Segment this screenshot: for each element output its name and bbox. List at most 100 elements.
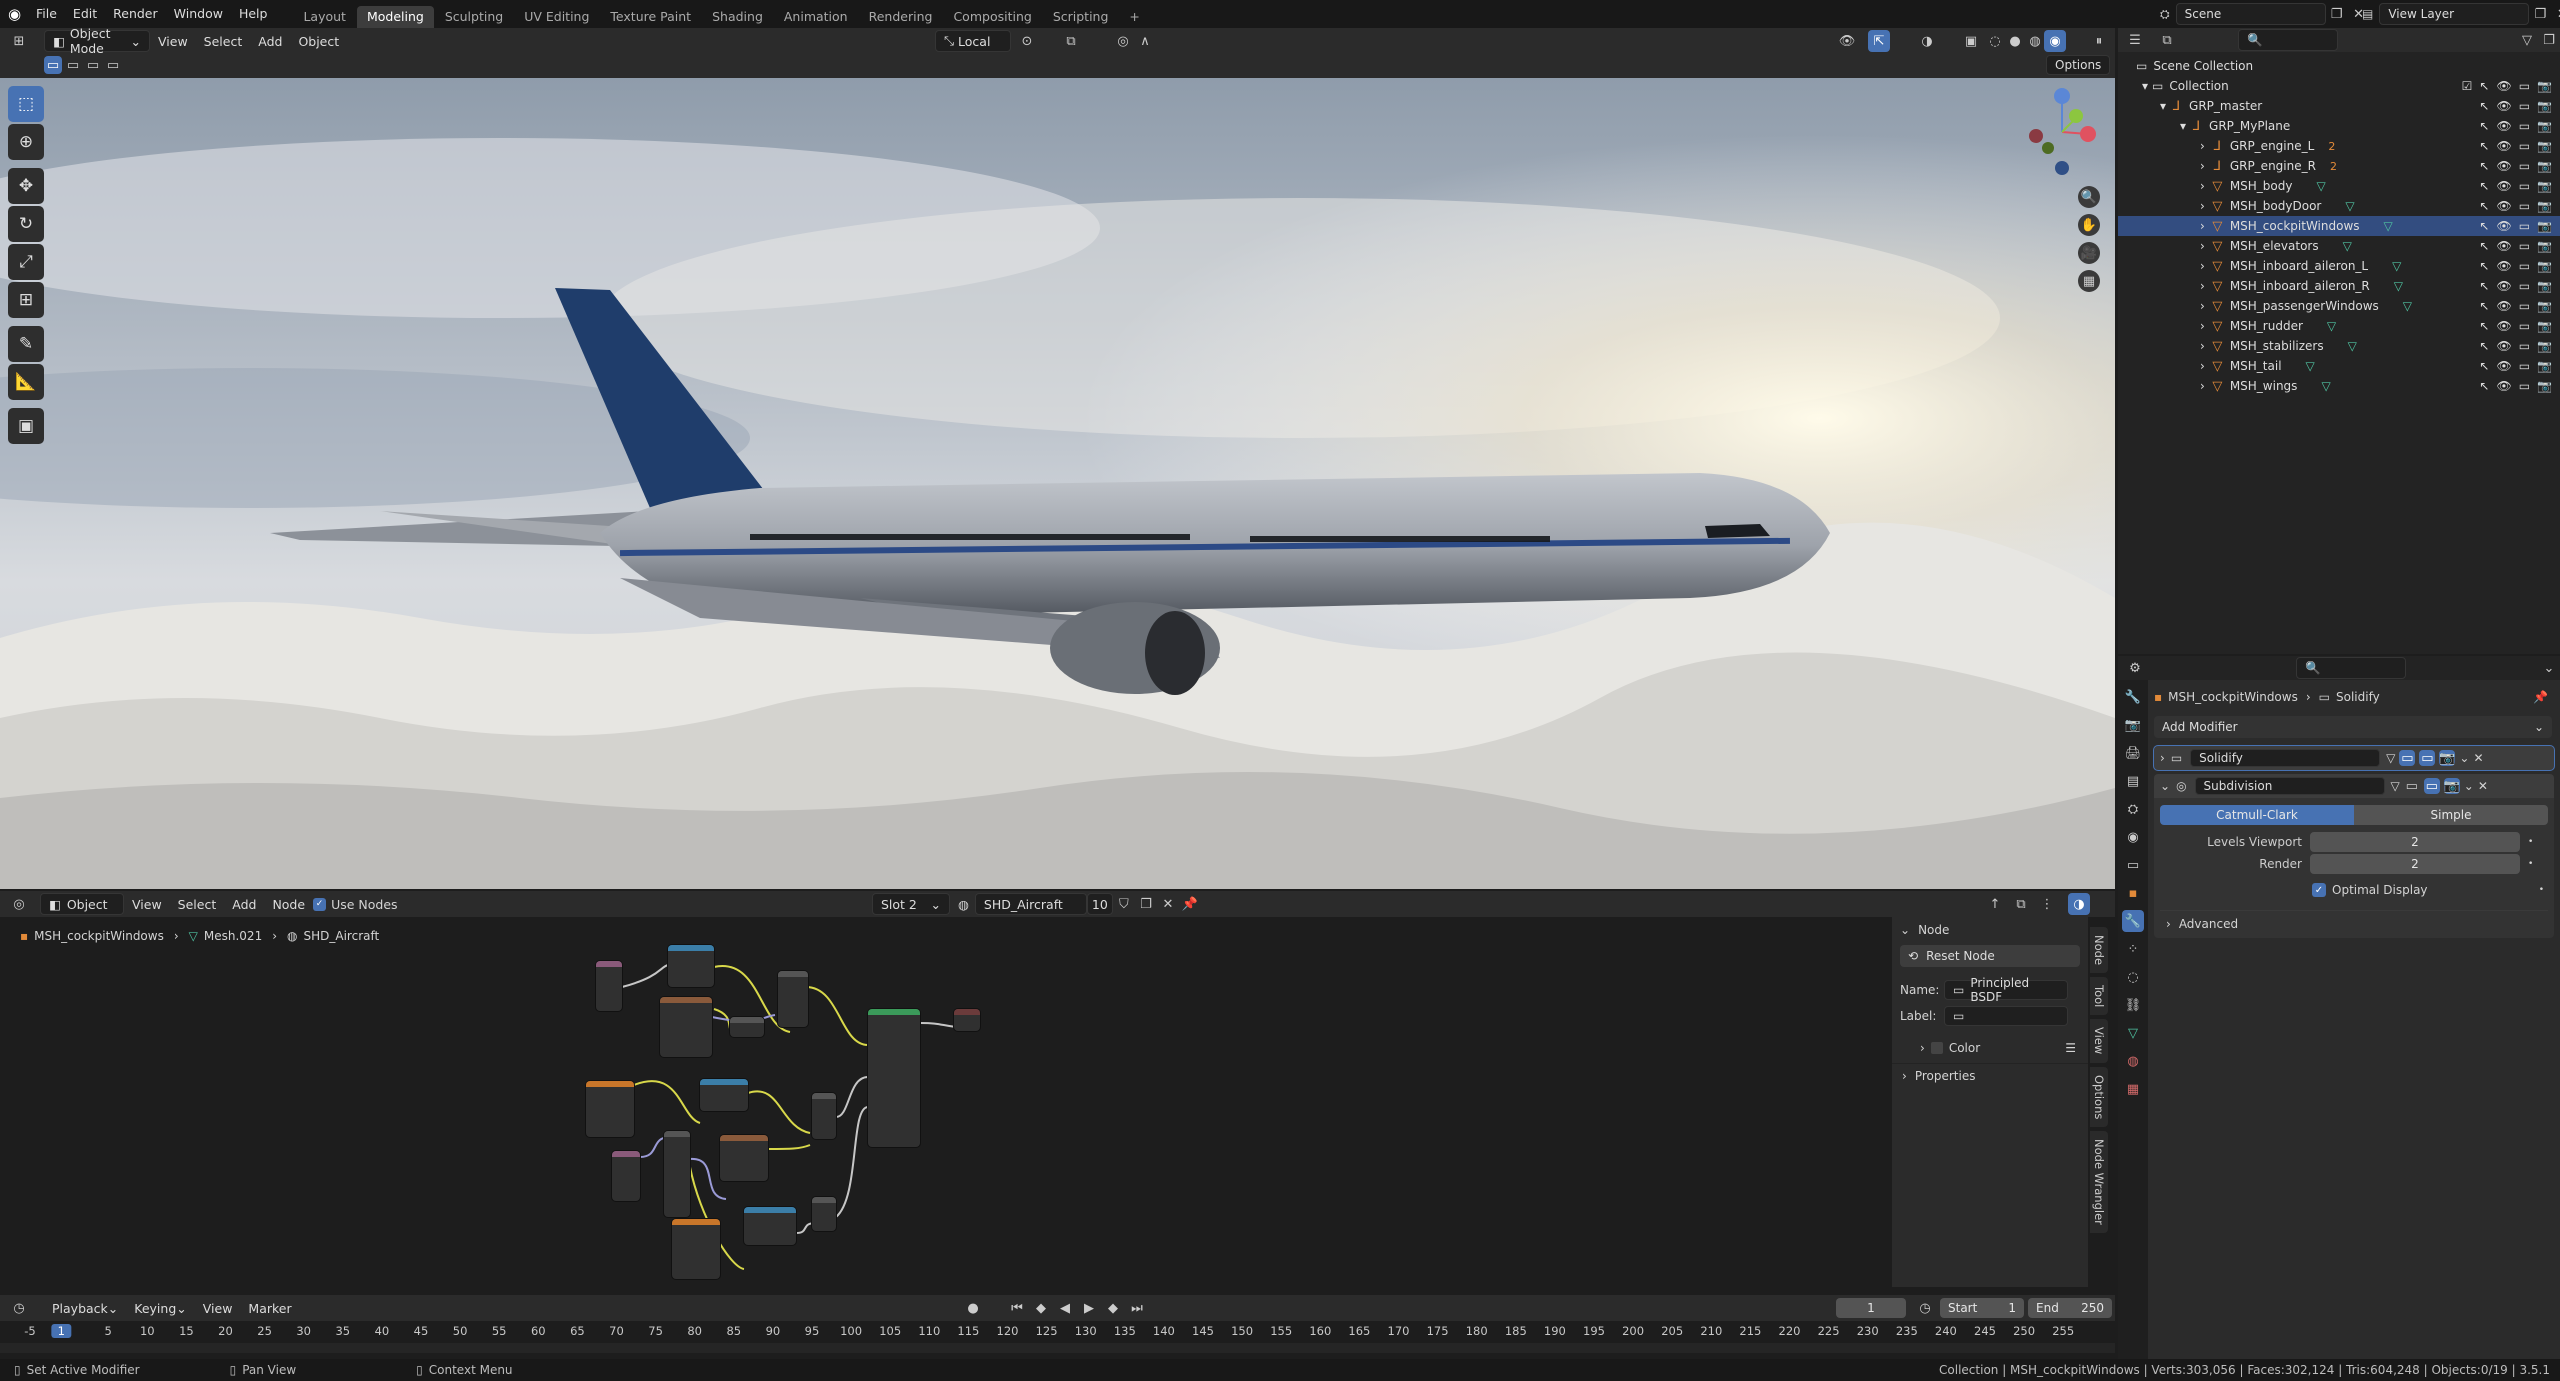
grp-myplane-row[interactable]: ▾ ⅃ GRP_MyPlane ↖ 👁 ▭ 📷 bbox=[2118, 116, 2560, 136]
node-menu-add[interactable]: Add bbox=[224, 893, 264, 915]
shader-node[interactable] bbox=[672, 1219, 720, 1279]
next-keyframe-icon[interactable]: ◆ bbox=[1102, 1297, 1124, 1319]
collection-tab-icon[interactable]: ▭ bbox=[2122, 854, 2144, 876]
slot-dropdown[interactable]: Slot 2 ⌄ bbox=[872, 893, 950, 915]
solidify-name-field[interactable]: Solidify bbox=[2190, 749, 2381, 767]
viewport-toggle-icon[interactable]: ▭ bbox=[2519, 199, 2530, 213]
render-toggle-icon[interactable]: 📷 bbox=[2537, 239, 2552, 253]
shading-solid-icon[interactable]: ● bbox=[2004, 30, 2026, 52]
shader-node[interactable] bbox=[720, 1135, 768, 1181]
select-toggle-icon[interactable]: ↖ bbox=[2479, 219, 2489, 233]
scene-selector[interactable]: ⛭ Scene ❐ ✕ bbox=[2160, 3, 2370, 25]
new-collection-icon[interactable]: ❐ bbox=[2538, 29, 2560, 51]
keyframe-dot-icon[interactable]: • bbox=[2528, 837, 2533, 847]
outliner-object-row[interactable]: › ▽ MSH_inboard_aileron_R ▽ ↖ 👁 ▭ 📷 bbox=[2118, 276, 2560, 296]
levels-viewport-field[interactable]: 2 bbox=[2310, 832, 2520, 852]
eye-icon[interactable]: 👁 bbox=[2496, 159, 2511, 173]
keyframe-dot-icon[interactable]: • bbox=[2539, 885, 2544, 895]
select-toggle-icon[interactable]: ↖ bbox=[2479, 339, 2489, 353]
play-reverse-icon[interactable]: ◀ bbox=[1054, 1297, 1076, 1319]
use-nodes-toggle[interactable]: ✓ Use Nodes bbox=[313, 897, 398, 912]
render-toggle-icon[interactable]: 📷 bbox=[2537, 359, 2552, 373]
output-tab-icon[interactable]: 🖨 bbox=[2122, 742, 2144, 764]
record-icon[interactable]: ● bbox=[962, 1297, 984, 1319]
viewport-toggle-icon[interactable]: ▭ bbox=[2519, 79, 2530, 93]
menu-window[interactable]: Window bbox=[166, 0, 231, 28]
collapse-icon[interactable]: ⌄ bbox=[1900, 923, 1910, 937]
render-toggle-icon[interactable]: 📷 bbox=[2537, 259, 2552, 273]
expand-icon[interactable]: › bbox=[2200, 239, 2205, 253]
outliner-object-row[interactable]: › ▽ MSH_body ▽ ↖ 👁 ▭ 📷 bbox=[2118, 176, 2560, 196]
render-toggle-icon[interactable]: 📷 bbox=[2537, 279, 2552, 293]
delete-view-layer-icon[interactable]: ✕ bbox=[2551, 3, 2560, 25]
grp-master-row[interactable]: ▾ ⅃ GRP_master ↖ 👁 ▭ 📷 bbox=[2118, 96, 2560, 116]
add-workspace-button[interactable]: + bbox=[1119, 6, 1149, 28]
fake-user-shield-icon[interactable]: ⛉ bbox=[1113, 893, 1135, 915]
viewport-toggle-icon[interactable]: ▭ bbox=[2519, 379, 2530, 393]
viewport-toggle-icon[interactable]: ▭ bbox=[2519, 219, 2530, 233]
select-toggle-icon[interactable]: ↖ bbox=[2479, 279, 2489, 293]
select-toggle-icon[interactable]: ↖ bbox=[2479, 79, 2489, 93]
editmode-toggle-icon[interactable]: ▽ bbox=[2391, 779, 2400, 793]
current-frame-field[interactable]: 1 bbox=[1836, 1298, 1906, 1318]
shader-node[interactable] bbox=[664, 1131, 690, 1217]
cursor-tool-icon[interactable]: ⊕ bbox=[8, 124, 44, 160]
tab-texture-paint[interactable]: Texture Paint bbox=[600, 6, 701, 28]
expand-icon[interactable]: › bbox=[1902, 1069, 1907, 1083]
scale-tool-icon[interactable]: ⤢ bbox=[8, 244, 44, 280]
pivot-icon[interactable]: ⊙ bbox=[1016, 30, 1038, 52]
eye-icon[interactable]: 👁 bbox=[2496, 359, 2511, 373]
shader-node[interactable] bbox=[744, 1207, 796, 1245]
subdivision-name-field[interactable]: Subdivision bbox=[2194, 777, 2385, 795]
material-tab-icon[interactable]: ◍ bbox=[2122, 1050, 2144, 1072]
viewport-toggle-icon[interactable]: ▭ bbox=[2519, 279, 2530, 293]
tab-uv-editing[interactable]: UV Editing bbox=[514, 6, 599, 28]
shader-node[interactable] bbox=[812, 1197, 836, 1231]
xray-icon[interactable]: ▣ bbox=[1960, 30, 1982, 52]
viewport-toggle-icon[interactable]: ▭ bbox=[2419, 750, 2436, 766]
tab-layout[interactable]: Layout bbox=[293, 6, 356, 28]
viewport-toggle-icon[interactable]: ▭ bbox=[2423, 778, 2440, 794]
object-tab-icon[interactable]: ▪ bbox=[2122, 882, 2144, 904]
scene-collection-row[interactable]: ▭ Scene Collection bbox=[2118, 56, 2560, 76]
render-toggle-icon[interactable]: 📷 bbox=[2537, 139, 2552, 153]
keyframe-dot-icon[interactable]: • bbox=[2528, 859, 2533, 869]
editmode-toggle-icon[interactable]: ▽ bbox=[2386, 751, 2395, 765]
node-editor-type-icon[interactable]: ◎ bbox=[8, 893, 30, 915]
blender-logo-icon[interactable]: ◉ bbox=[8, 5, 21, 23]
eye-icon[interactable]: 👁 bbox=[2496, 239, 2511, 253]
outliner-object-row[interactable]: › ▽ MSH_inboard_aileron_L ▽ ↖ 👁 ▭ 📷 bbox=[2118, 256, 2560, 276]
select-toggle-icon[interactable]: ↖ bbox=[2479, 359, 2489, 373]
measure-tool-icon[interactable]: 📐 bbox=[8, 364, 44, 400]
node-name-field[interactable]: ▭ Principled BSDF bbox=[1944, 976, 2068, 1004]
view-layer-tab-icon[interactable]: ▤ bbox=[2122, 770, 2144, 792]
advanced-subpanel[interactable]: › Advanced bbox=[2160, 910, 2548, 931]
eye-icon[interactable]: 👁 bbox=[2496, 219, 2511, 233]
shader-node[interactable] bbox=[660, 997, 712, 1057]
viewport-toggle-icon[interactable]: ▭ bbox=[2519, 319, 2530, 333]
select-toggle-icon[interactable]: ↖ bbox=[2479, 139, 2489, 153]
render-toggle-icon[interactable]: 📷 bbox=[2444, 778, 2460, 794]
unlink-material-icon[interactable]: ✕ bbox=[1157, 893, 1179, 915]
overlays-icon[interactable]: ◑ bbox=[1916, 30, 1938, 52]
expand-icon[interactable]: › bbox=[2200, 139, 2205, 153]
shader-node[interactable] bbox=[668, 945, 714, 987]
viewport-menu-view[interactable]: View bbox=[150, 30, 196, 52]
duplicate-material-icon[interactable]: ❐ bbox=[1135, 893, 1157, 915]
eye-icon[interactable]: 👁 bbox=[2496, 339, 2511, 353]
select-mode-extend-icon[interactable]: ▭ bbox=[64, 56, 82, 74]
constraints-tab-icon[interactable]: ⛓ bbox=[2122, 994, 2144, 1016]
world-tab-icon[interactable]: ◉ bbox=[2122, 826, 2144, 848]
tab-compositing[interactable]: Compositing bbox=[943, 6, 1041, 28]
viewport-render[interactable]: ⬚ ⊕ ✥ ↻ ⤢ ⊞ ✎ 📐 ▣ 🔍 ✋ 🎥 ▦ bbox=[0, 78, 2115, 889]
select-toggle-icon[interactable]: ↖ bbox=[2479, 299, 2489, 313]
scene-name[interactable]: Scene bbox=[2175, 3, 2326, 25]
outliner-object-row[interactable]: › ▽ MSH_cockpitWindows ▽ ↖ 👁 ▭ 📷 bbox=[2118, 216, 2560, 236]
select-toggle-icon[interactable]: ↖ bbox=[2479, 199, 2489, 213]
eye-icon[interactable]: 👁 bbox=[2496, 299, 2511, 313]
use-nodes-checkbox[interactable]: ✓ bbox=[313, 897, 327, 911]
node-menu-view[interactable]: View bbox=[124, 893, 170, 915]
select-toggle-icon[interactable]: ↖ bbox=[2479, 99, 2489, 113]
outliner-object-row[interactable]: › ⅃ GRP_engine_R 2 ↖ 👁 ▭ 📷 bbox=[2118, 156, 2560, 176]
render-toggle-icon[interactable]: 📷 bbox=[2537, 199, 2552, 213]
